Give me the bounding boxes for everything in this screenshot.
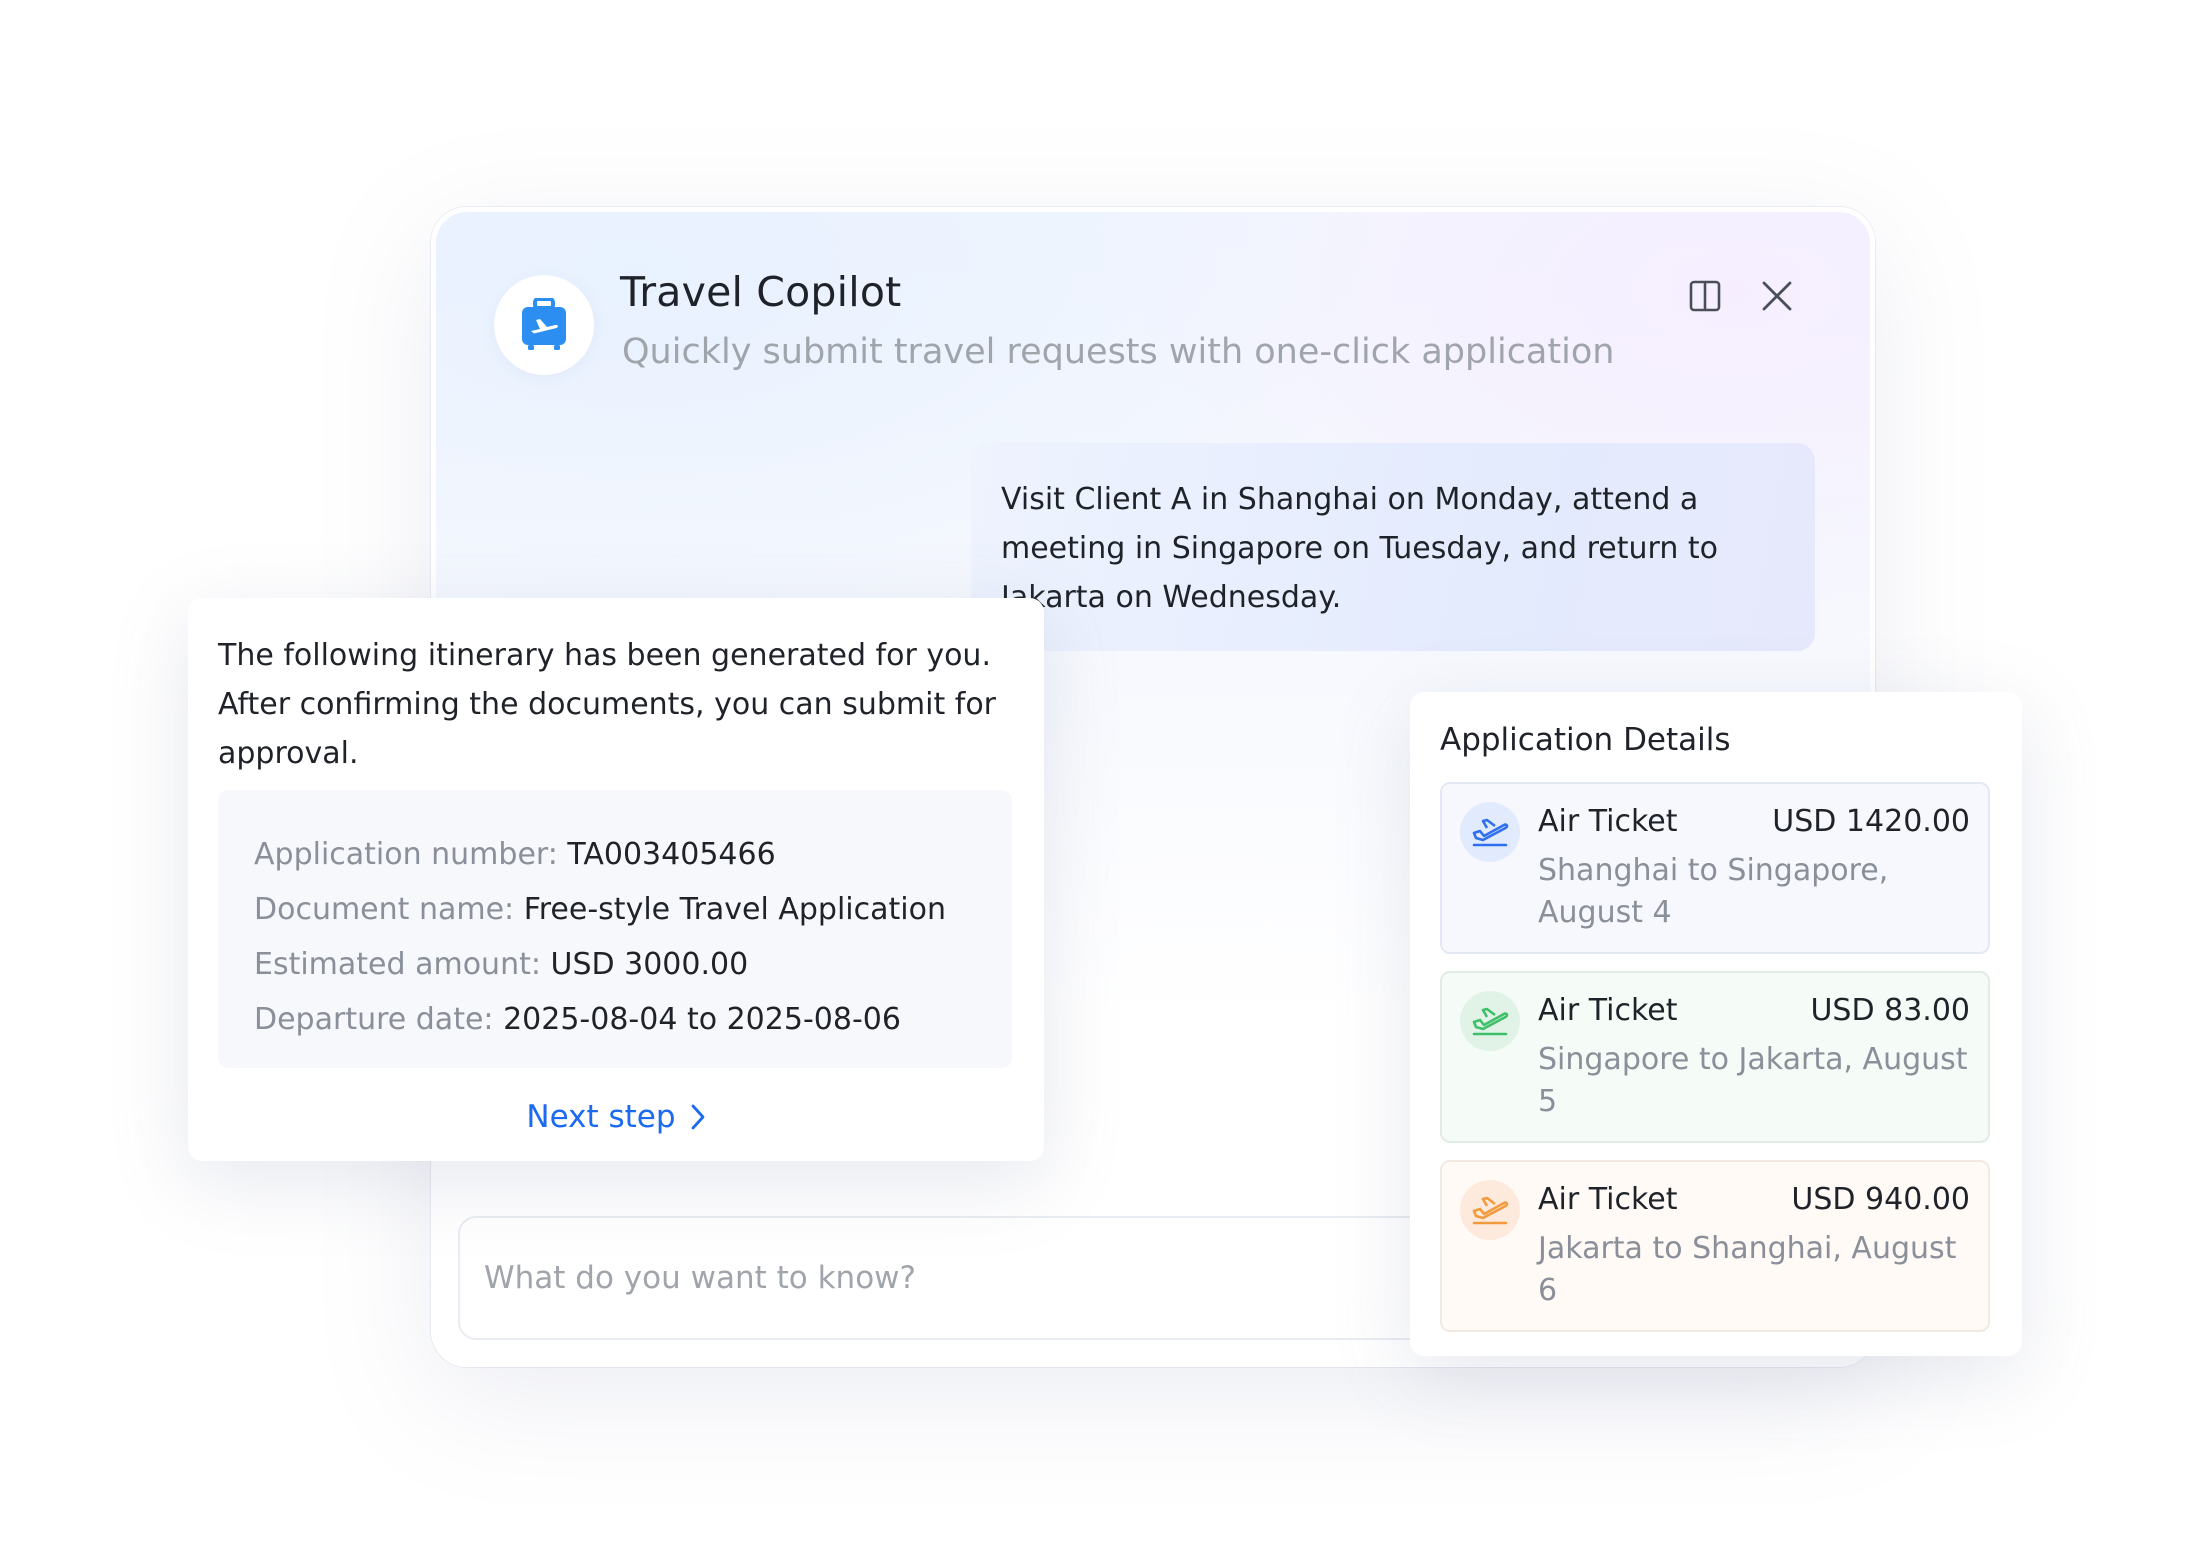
chat-input[interactable]	[484, 1218, 1384, 1338]
ticket-type: Air Ticket	[1538, 804, 1678, 839]
itinerary-card: The following itinerary has been generat…	[188, 598, 1044, 1161]
detail-departure-date: Departure date: 2025-08-04 to 2025-08-06	[254, 992, 976, 1047]
next-step-label: Next step	[526, 1099, 676, 1135]
ticket-item[interactable]: Air Ticket USD 940.00 Jakarta to Shangha…	[1440, 1160, 1990, 1332]
detail-value: TA003405466	[567, 837, 776, 872]
ticket-amount: USD 83.00	[1810, 993, 1970, 1028]
detail-application-number: Application number: TA003405466	[254, 827, 976, 882]
detail-label: Application number:	[254, 837, 568, 872]
canvas: Travel Copilot Quickly submit travel req…	[0, 0, 2198, 1544]
detail-estimated-amount: Estimated amount: USD 3000.00	[254, 937, 976, 992]
ticket-route: Shanghai to Singapore, August 4	[1538, 853, 1889, 930]
detail-label: Departure date:	[254, 1002, 504, 1037]
plane-icon	[1460, 802, 1520, 862]
application-summary: Application number: TA003405466 Document…	[218, 790, 1012, 1068]
app-subtitle: Quickly submit travel requests with one-…	[622, 332, 1615, 372]
ticket-route: Jakarta to Shanghai, August 6	[1538, 1231, 1957, 1308]
application-details-title: Application Details	[1440, 722, 1731, 758]
app-avatar	[494, 275, 594, 375]
ticket-item[interactable]: Air Ticket USD 1420.00 Shanghai to Singa…	[1440, 782, 1990, 954]
detail-document-name: Document name: Free-style Travel Applica…	[254, 882, 976, 937]
next-step-link[interactable]: Next step	[188, 1092, 1044, 1142]
detail-value: Free-style Travel Application	[523, 892, 946, 927]
ticket-type: Air Ticket	[1538, 1182, 1678, 1217]
ticket-type: Air Ticket	[1538, 993, 1678, 1028]
app-title: Travel Copilot	[620, 268, 902, 316]
user-message-bubble: Visit Client A in Shanghai on Monday, at…	[971, 443, 1815, 651]
detail-value: USD 3000.00	[550, 947, 749, 982]
split-panel-icon	[1689, 280, 1721, 312]
ticket-route: Singapore to Jakarta, August 5	[1538, 1042, 1968, 1119]
suitcase-plane-icon	[522, 298, 566, 350]
assistant-message: The following itinerary has been generat…	[218, 638, 997, 771]
detail-label: Document name:	[254, 892, 524, 927]
detail-value: 2025-08-04 to 2025-08-06	[503, 1002, 901, 1037]
ticket-amount: USD 940.00	[1791, 1182, 1970, 1217]
split-view-button[interactable]	[1683, 274, 1727, 318]
detail-label: Estimated amount:	[254, 947, 551, 982]
ticket-item[interactable]: Air Ticket USD 83.00 Singapore to Jakart…	[1440, 971, 1990, 1143]
plane-icon	[1460, 1180, 1520, 1240]
ticket-amount: USD 1420.00	[1772, 804, 1970, 839]
application-details-panel: Application Details Air Ticket USD 1420.…	[1410, 692, 2022, 1356]
close-icon	[1762, 281, 1792, 311]
close-button[interactable]	[1755, 274, 1799, 318]
plane-icon	[1460, 991, 1520, 1051]
chevron-right-icon	[690, 1103, 706, 1131]
